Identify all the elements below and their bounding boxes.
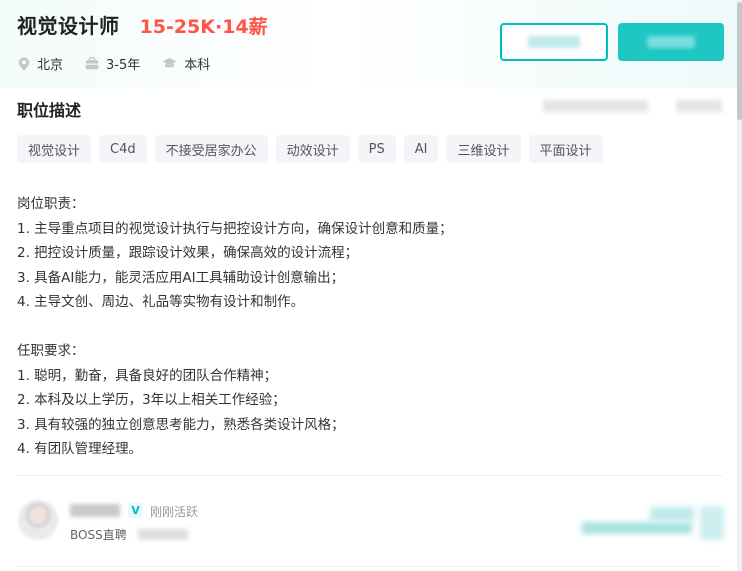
education-text: 本科 <box>184 58 211 73</box>
salary: 15-25K·14薪 <box>139 16 268 38</box>
location-item: 北京 <box>18 54 63 73</box>
skill-tag: 平面设计 <box>528 135 603 163</box>
skill-tags: 视觉设计 C4d 不接受居家办公 动效设计 PS AI 三维设计 平面设计 <box>17 135 611 163</box>
skill-tag: C4d <box>99 135 147 163</box>
experience-item: 3-5年 <box>85 54 140 73</box>
description-line: 岗位职责： <box>17 196 85 212</box>
description-line: 1. 主导重点项目的视觉设计执行与把控设计方向，确保设计创意和质量； <box>17 220 453 237</box>
job-meta: 北京 3-5年 本科 <box>18 54 232 73</box>
location-text: 北京 <box>37 58 64 73</box>
graduation-cap-icon <box>162 58 177 68</box>
blurred-boss-title <box>138 529 188 540</box>
education-item: 本科 <box>162 54 210 73</box>
blurred-update-info <box>543 100 648 112</box>
description-line: 任职要求： <box>17 343 85 359</box>
scrollbar-thumb[interactable] <box>737 2 742 120</box>
experience-text: 3-5年 <box>106 58 141 73</box>
description-line <box>17 315 717 340</box>
boss-avatar[interactable] <box>18 500 58 540</box>
skill-tag: 不接受居家办公 <box>154 135 268 163</box>
description-line: 2. 把控设计质量，跟踪设计效果，确保高效的设计流程； <box>17 245 359 261</box>
scrollbar[interactable] <box>737 0 742 571</box>
boss-role: BOSS直聘 <box>70 528 127 542</box>
job-title: 视觉设计师 <box>17 14 120 38</box>
divider <box>17 566 722 567</box>
description-line: 2. 本科及以上学历，3年以上相关工作经验； <box>17 392 286 408</box>
skill-tag: PS <box>357 135 396 163</box>
briefcase-icon <box>85 57 99 70</box>
blurred-report-link[interactable] <box>676 100 722 112</box>
verified-badge-icon: V <box>128 503 143 518</box>
description-line: 1. 聪明，勤奋，具备良好的团队合作精神； <box>17 367 278 384</box>
section-title: 职位描述 <box>17 101 82 120</box>
description-line: 3. 具备AI能力，能灵活应用AI工具辅助设计创意输出； <box>17 269 345 286</box>
job-header: 视觉设计师 15-25K·14薪 <box>17 10 268 39</box>
skill-tag: AI <box>403 135 439 163</box>
location-pin-icon <box>18 57 30 70</box>
primary-action-button[interactable] <box>618 23 724 61</box>
divider <box>17 475 722 476</box>
boss-active-status: 刚刚活跃 <box>150 505 199 519</box>
description-line: 4. 主导文创、周边、礼品等实物有设计和制作。 <box>17 294 305 310</box>
skill-tag: 视觉设计 <box>17 135 92 163</box>
skill-tag: 三维设计 <box>446 135 521 163</box>
blurred-contact-label <box>650 507 694 521</box>
secondary-action-button[interactable] <box>500 23 608 61</box>
skill-tag: 动效设计 <box>275 135 350 163</box>
job-description: 岗位职责： 1. 主导重点项目的视觉设计执行与把控设计方向，确保设计创意和质量；… <box>17 192 717 462</box>
blurred-chat-icon[interactable] <box>700 506 724 540</box>
blurred-button-label <box>528 36 580 48</box>
blurred-contact-link[interactable] <box>582 522 692 534</box>
description-line: 3. 具有较强的独立创意思考能力，熟悉各类设计风格； <box>17 416 345 433</box>
blurred-boss-name <box>70 504 120 517</box>
blurred-button-label <box>647 36 695 48</box>
description-line: 4. 有团队管理经理。 <box>17 441 143 457</box>
